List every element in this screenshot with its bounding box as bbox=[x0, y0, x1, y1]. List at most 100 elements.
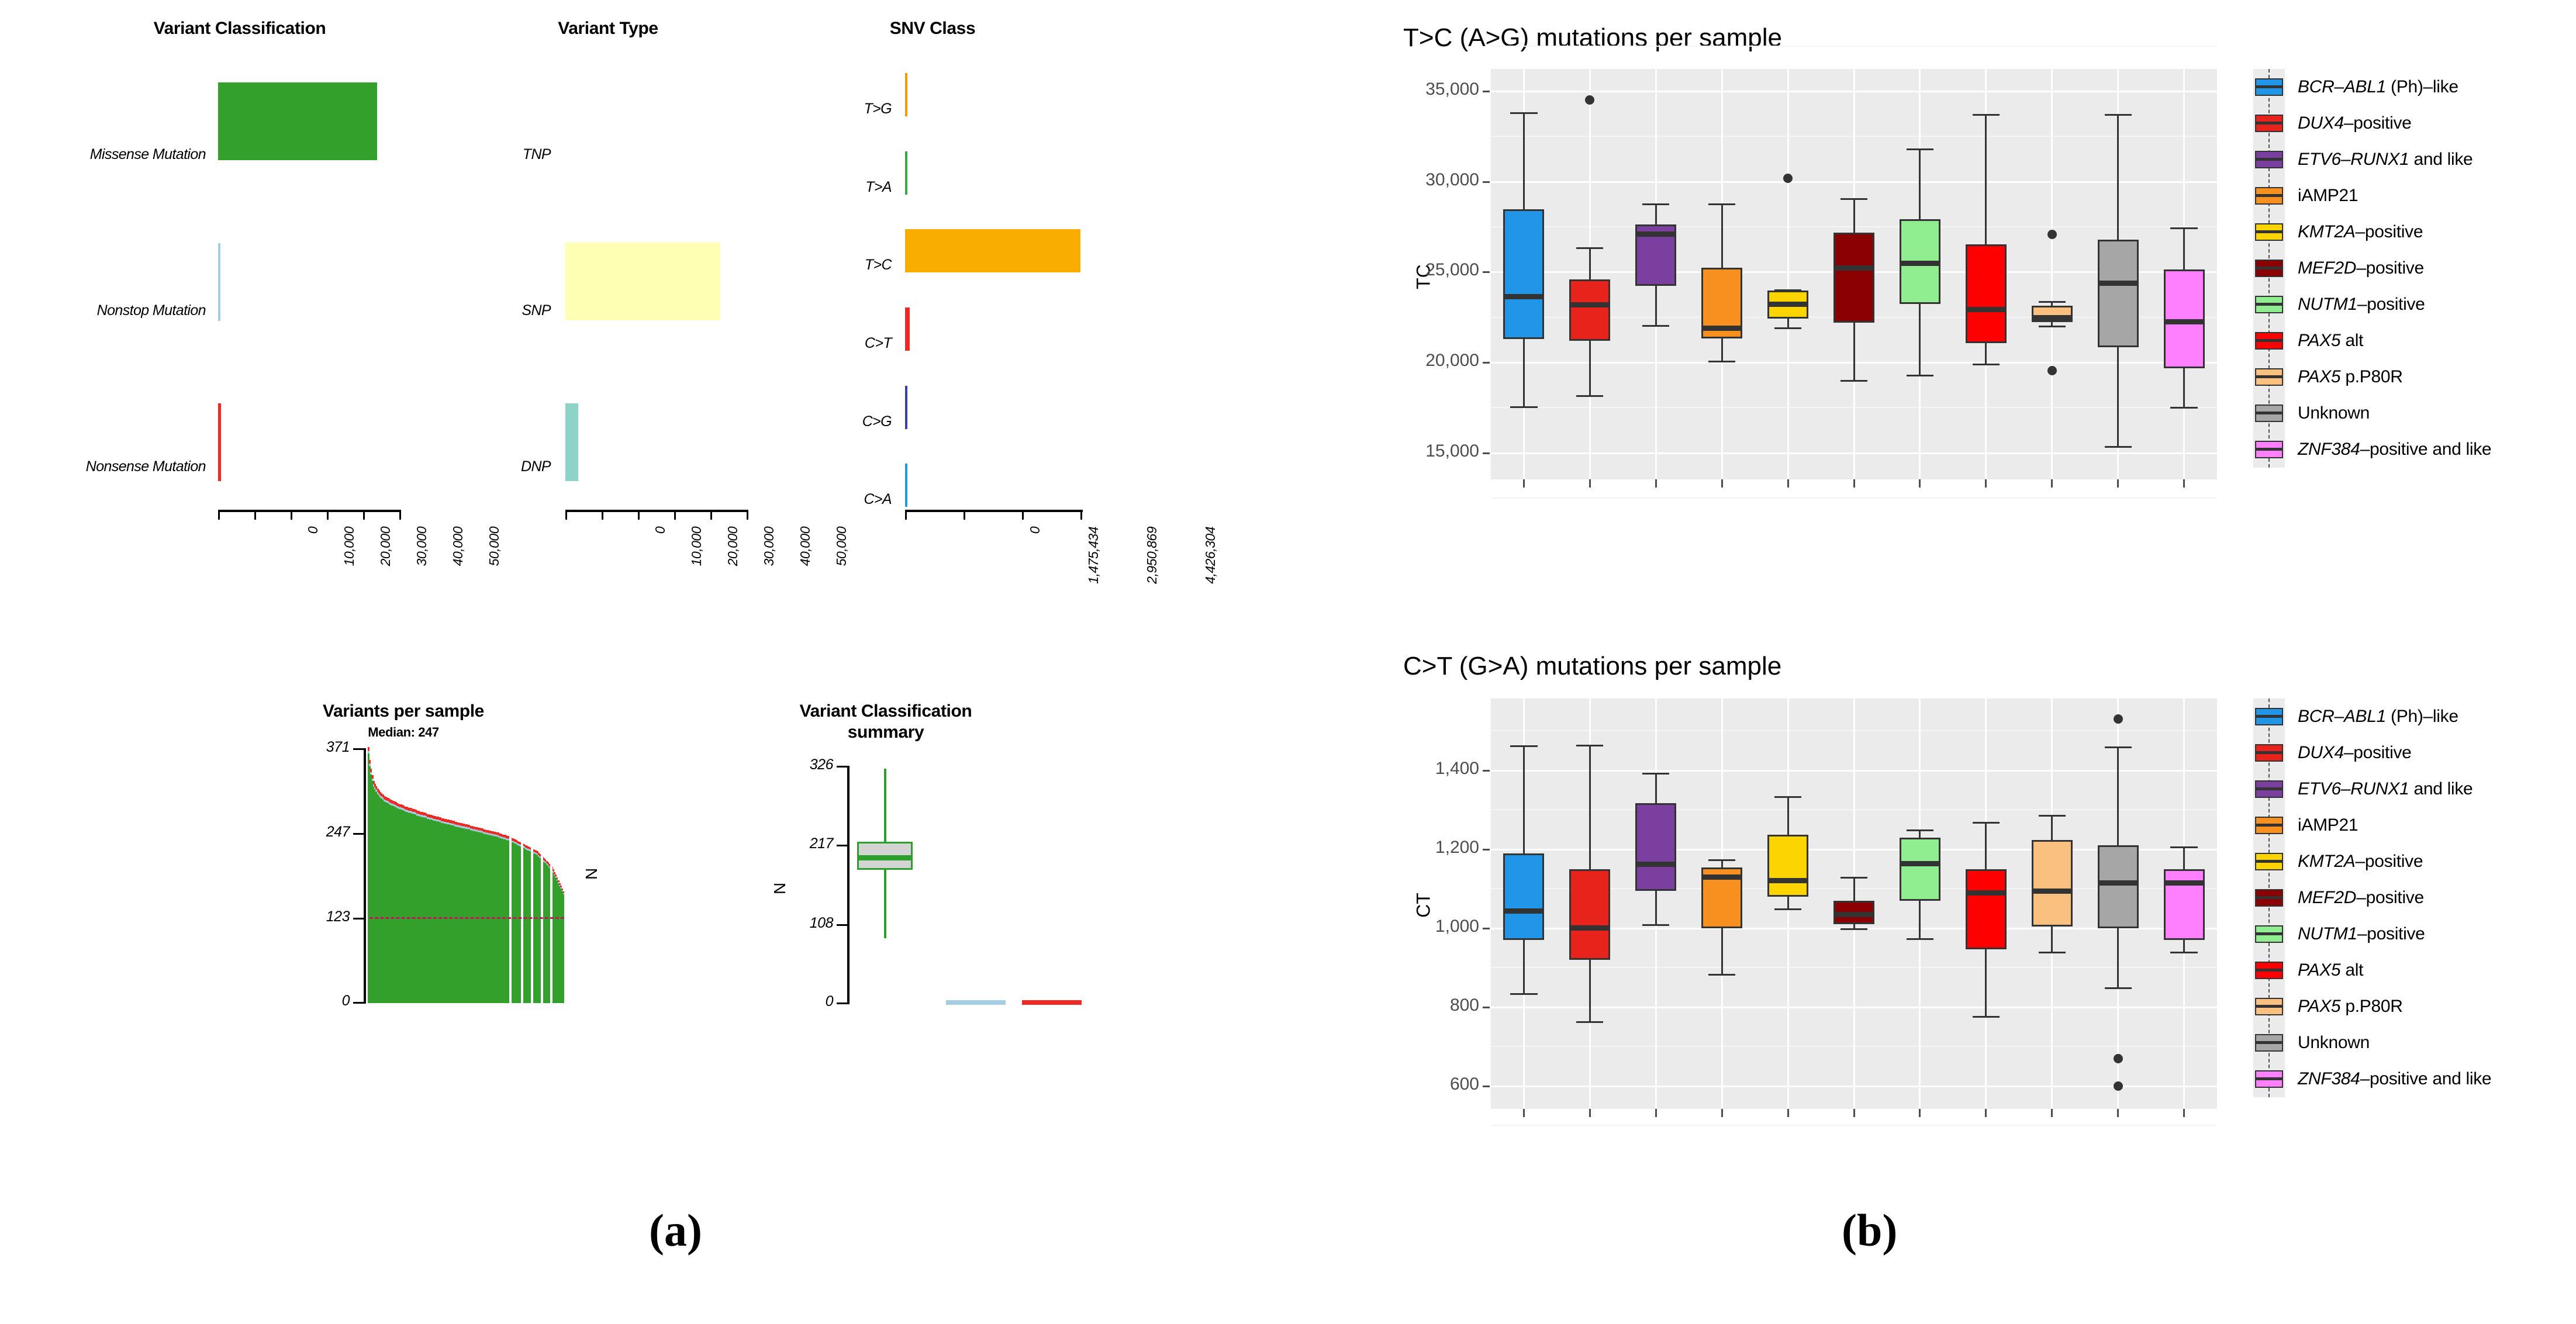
boxplot-box[interactable] bbox=[1965, 244, 2007, 343]
panel-b-label: (b) bbox=[1842, 1205, 1898, 1256]
boxplot-outlier bbox=[2047, 366, 2057, 376]
legend-color-key-median bbox=[2255, 1077, 2283, 1080]
variants-per-sample-plot-area bbox=[368, 747, 564, 1003]
snv-class-category-label: C>T bbox=[864, 335, 892, 351]
legend-item-label[interactable]: PAX5 p.P80R bbox=[2298, 367, 2403, 387]
legend-item-label[interactable]: PAX5 alt bbox=[2298, 331, 2363, 351]
boxplot-median bbox=[2031, 314, 2073, 320]
x-axis-tick-mark bbox=[1721, 1109, 1723, 1117]
axis-tick bbox=[837, 924, 850, 926]
bar-nonsense-mutation bbox=[218, 403, 221, 481]
legend-color-key-median bbox=[2255, 896, 2283, 899]
snv-class-category-label: C>G bbox=[862, 413, 892, 430]
boxplot-median bbox=[1503, 294, 1545, 300]
boxplot-box[interactable] bbox=[1569, 279, 1611, 341]
variant-classification-summary-title-line1: Variant Classification bbox=[799, 701, 972, 721]
legend-item-label[interactable]: PAX5 alt bbox=[2298, 960, 2363, 980]
boxplot-whisker-cap bbox=[2170, 952, 2198, 954]
boxplot-outlier bbox=[2047, 229, 2057, 239]
variant-type-category-label: SNP bbox=[522, 302, 551, 319]
x-axis-tick-mark bbox=[1589, 1109, 1591, 1117]
chart-variant-classification: Variant Classification Missense Mutation… bbox=[0, 0, 502, 614]
legend-item-label[interactable]: Unknown bbox=[2298, 1033, 2370, 1053]
y-axis-tick-mark bbox=[1483, 1085, 1490, 1087]
boxplot-whisker-cap bbox=[1774, 908, 1802, 911]
boxplot-median bbox=[2031, 888, 2073, 894]
boxplot-box[interactable] bbox=[2097, 845, 2139, 928]
summary-box-nonsense bbox=[1022, 1000, 1082, 1005]
boxplot-median bbox=[1635, 231, 1677, 237]
summary-y-axis-label: N bbox=[771, 882, 789, 894]
x-axis-tick-mark bbox=[1522, 479, 1525, 488]
legend-item-label[interactable]: ETV6–RUNX1 and like bbox=[2298, 779, 2473, 799]
boxplot-box[interactable] bbox=[1503, 853, 1545, 941]
x-axis-tick-mark bbox=[1853, 479, 1855, 488]
variant-classification-summary-title-line2: summary bbox=[847, 723, 924, 742]
legend-item-label[interactable]: ETV6–RUNX1 and like bbox=[2298, 150, 2473, 170]
legend-item-label[interactable]: Unknown bbox=[2298, 403, 2370, 423]
summary-box-nonstop bbox=[946, 1000, 1006, 1005]
boxplot-whisker-cap bbox=[1840, 379, 1868, 382]
axis-tick bbox=[602, 510, 603, 520]
boxplot-whisker-cap bbox=[2104, 746, 2132, 749]
legend-item-label[interactable]: DUX4–positive bbox=[2298, 113, 2412, 133]
legend-item-label[interactable]: PAX5 p.P80R bbox=[2298, 997, 2403, 1017]
variants-per-sample-bar bbox=[562, 891, 564, 1003]
legend-item-label[interactable]: NUTM1–positive bbox=[2298, 924, 2425, 944]
boxplot-whisker-cap bbox=[1510, 112, 1538, 115]
legend-item-label[interactable]: ZNF384–positive and like bbox=[2298, 1069, 2492, 1089]
x-axis-tick-mark bbox=[2051, 1109, 2053, 1117]
legend-item-label[interactable]: ZNF384–positive and like bbox=[2298, 440, 2492, 459]
boxplot-box[interactable] bbox=[2031, 839, 2073, 927]
boxplot-whisker-cap bbox=[2104, 114, 2132, 116]
legend-item-label[interactable]: KMT2A–positive bbox=[2298, 852, 2423, 872]
legend-item-label[interactable]: iAMP21 bbox=[2298, 186, 2359, 206]
chart-variant-classification-summary: Variant Classification summary 326 217 1… bbox=[737, 701, 1146, 1181]
boxplot-outlier bbox=[2113, 1081, 2123, 1091]
legend-item-label[interactable]: KMT2A–positive bbox=[2298, 222, 2423, 242]
boxplot-box[interactable] bbox=[1569, 869, 1611, 960]
axis-tick bbox=[905, 510, 907, 520]
legend-item-label[interactable]: iAMP21 bbox=[2298, 815, 2359, 835]
legend-item-label[interactable]: BCR–ABL1 (Ph)–like bbox=[2298, 77, 2458, 97]
legend-color-key-median bbox=[2255, 1041, 2283, 1044]
boxplot-box[interactable] bbox=[1767, 834, 1809, 897]
legend-color-key-median bbox=[2255, 715, 2283, 718]
legend-item-label[interactable]: BCR–ABL1 (Ph)–like bbox=[2298, 707, 2458, 727]
boxplot-whisker-cap bbox=[1510, 745, 1538, 747]
legend-color-key-median bbox=[2255, 267, 2283, 269]
boxplot-box[interactable] bbox=[1833, 232, 1874, 323]
boxplot-whisker-cap bbox=[1642, 924, 1670, 927]
axis-tick-label: 30,000 bbox=[414, 527, 429, 566]
legend-item-label[interactable]: MEF2D–positive bbox=[2298, 888, 2424, 908]
boxplot-median bbox=[1965, 890, 2007, 896]
boxplot-box[interactable] bbox=[2097, 240, 2139, 348]
boxplot-box[interactable] bbox=[1899, 837, 1940, 901]
legend-item-label[interactable]: MEF2D–positive bbox=[2298, 258, 2424, 278]
bar-dnp bbox=[565, 403, 578, 481]
legend-color-key-median bbox=[2255, 751, 2283, 754]
legend-item-label[interactable]: NUTM1–positive bbox=[2298, 295, 2425, 314]
y-axis-tick-mark bbox=[1483, 769, 1490, 772]
x-axis-tick-mark bbox=[1522, 1109, 1525, 1117]
boxplot-box[interactable] bbox=[1503, 209, 1545, 340]
boxplot-whisker-cap bbox=[1510, 406, 1538, 408]
legend-item-label[interactable]: DUX4–positive bbox=[2298, 743, 2412, 763]
y-axis-tick-label: 20,000 bbox=[1425, 350, 1479, 370]
boxplot-box[interactable] bbox=[1635, 803, 1677, 891]
y-axis-tick-mark bbox=[1483, 181, 1490, 183]
x-axis-tick-mark bbox=[1985, 1109, 1987, 1117]
boxplot-box[interactable] bbox=[2163, 869, 2205, 941]
snv-class-category-label: T>C bbox=[864, 257, 892, 273]
boxplot-whisker-cap bbox=[1906, 374, 1933, 376]
boxplot-whisker-cap bbox=[1774, 327, 1802, 330]
boxplot-median bbox=[2097, 880, 2139, 886]
y-axis-tick-label: 15,000 bbox=[1425, 441, 1479, 461]
boxplot-whisker-cap bbox=[1906, 829, 1933, 832]
axis-tick-label: 2,950,869 bbox=[1144, 527, 1159, 584]
variant-classification-category-label: Nonstop Mutation bbox=[96, 302, 206, 319]
x-axis-tick-mark bbox=[1919, 1109, 1921, 1117]
boxplot-whisker-cap bbox=[1576, 1021, 1604, 1024]
boxplot-box[interactable] bbox=[1965, 869, 2007, 949]
axis-tick bbox=[363, 510, 365, 520]
